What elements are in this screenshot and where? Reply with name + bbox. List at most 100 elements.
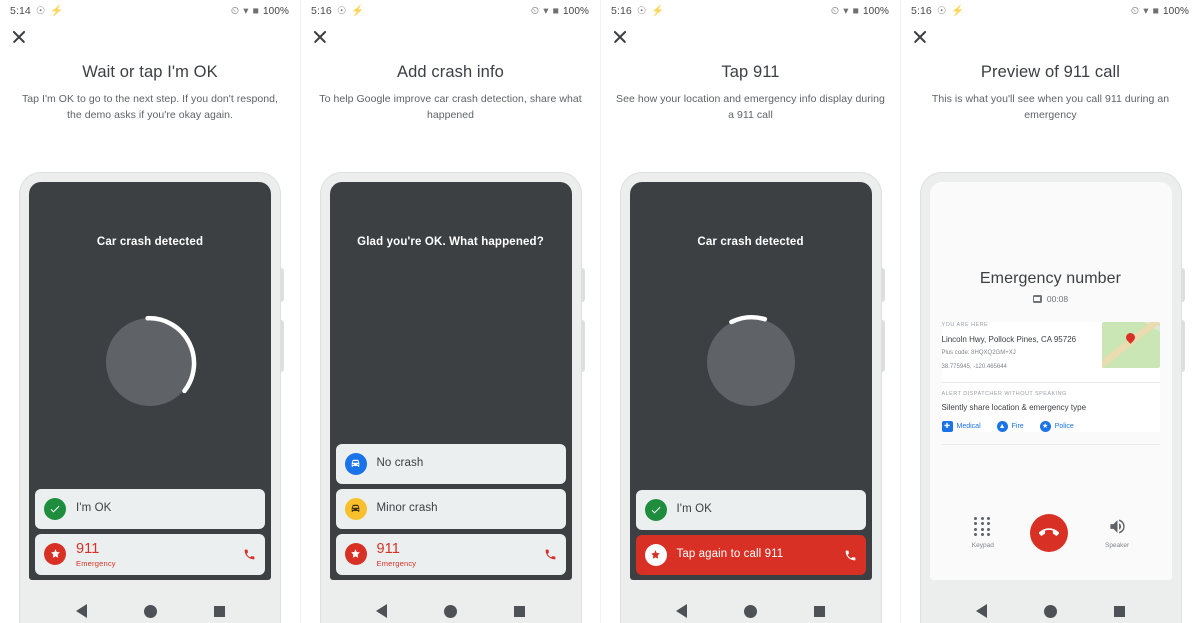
page-title: Preview of 911 call bbox=[980, 63, 1121, 81]
close-icon[interactable] bbox=[311, 28, 329, 46]
battery-percent: 100% bbox=[563, 5, 589, 17]
bolt-icon: ⚡ bbox=[50, 4, 64, 17]
location-coordinates: 38.775945, -120.465644 bbox=[941, 363, 1007, 370]
minor-crash-label: Minor crash bbox=[376, 501, 438, 514]
dnd-icon: ☉ bbox=[35, 4, 46, 17]
system-nav-bar bbox=[920, 590, 1182, 623]
close-icon[interactable] bbox=[911, 28, 929, 46]
im-ok-button[interactable]: I'm OK bbox=[35, 488, 265, 529]
page-subtitle: Tap I'm OK to go to the next step. If yo… bbox=[21, 92, 279, 121]
vibrate-icon: ⏲ bbox=[230, 4, 240, 17]
phone-screen: Glad you're OK. What happened? No crash bbox=[329, 182, 572, 580]
demo-screenshot-strip: 5:14 ☉ ⚡ ⏲ ▾ ■ 100% Wait or tap I'm OK T… bbox=[0, 0, 1200, 623]
crash-screen-title: Glad you're OK. What happened? bbox=[357, 236, 544, 248]
battery-icon: ■ bbox=[852, 4, 860, 17]
chip-fire[interactable]: ▲ Fire bbox=[996, 420, 1024, 432]
page-title: Add crash info bbox=[397, 63, 504, 81]
nav-back-icon[interactable] bbox=[376, 604, 387, 618]
countdown-arc-icon bbox=[145, 315, 197, 394]
end-call-button[interactable] bbox=[1030, 514, 1069, 552]
im-ok-button[interactable]: I'm OK bbox=[635, 490, 866, 530]
map-thumbnail[interactable] bbox=[1101, 322, 1160, 368]
battery-percent: 100% bbox=[1163, 5, 1189, 17]
phone-screen: Car crash detected I'm bbox=[629, 182, 872, 580]
end-call-icon bbox=[1039, 528, 1060, 536]
nav-back-icon[interactable] bbox=[676, 604, 687, 618]
police-shield-icon: ★ bbox=[1039, 420, 1051, 432]
nav-home-icon[interactable] bbox=[1044, 604, 1057, 618]
phone-icon bbox=[243, 548, 256, 561]
emergency-type-chips: ✚ Medical ▲ Fire ★ Police bbox=[941, 420, 1160, 432]
panel-header: Tap 911 See how your location and emerge… bbox=[601, 52, 900, 123]
location-address: Lincoln Hwy, Pollock Pines, CA 95726 bbox=[941, 334, 1077, 344]
minor-crash-button[interactable]: Minor crash bbox=[335, 488, 566, 529]
system-nav-bar bbox=[620, 590, 882, 623]
call-recording-icon bbox=[1032, 295, 1042, 303]
keypad-icon bbox=[974, 517, 991, 536]
phone-icon bbox=[544, 548, 557, 561]
phone-side-button bbox=[880, 320, 885, 372]
emergency-911-button[interactable]: 911 Emergency bbox=[35, 533, 265, 575]
nav-back-icon[interactable] bbox=[976, 604, 987, 618]
status-time: 5:16 bbox=[911, 5, 932, 17]
nav-recent-icon[interactable] bbox=[213, 605, 225, 617]
keypad-label: Keypad bbox=[971, 542, 994, 549]
speaker-button[interactable]: Speaker bbox=[1105, 517, 1129, 549]
nav-home-icon[interactable] bbox=[143, 604, 157, 618]
wifi-icon: ▾ bbox=[243, 4, 249, 17]
nav-recent-icon[interactable] bbox=[514, 605, 525, 617]
phone-side-button bbox=[580, 320, 585, 372]
nav-back-icon[interactable] bbox=[75, 604, 87, 618]
close-icon[interactable] bbox=[10, 28, 28, 46]
action-buttons: I'm OK 911 Emergency bbox=[35, 484, 265, 575]
status-bar: 5:16 ☉ ⚡ ⏲ ▾ ■ 100% bbox=[901, 0, 1200, 22]
page-subtitle: See how your location and emergency info… bbox=[616, 92, 885, 121]
action-buttons: I'm OK Tap again to call 911 bbox=[635, 485, 866, 575]
page-title: Tap 911 bbox=[721, 63, 780, 81]
panel-add-crash-info: 5:16 ☉ ⚡ ⏲ ▾ ■ 100% Add crash info To he… bbox=[300, 0, 600, 623]
location-eyebrow: YOU ARE HERE bbox=[941, 322, 989, 328]
page-subtitle: To help Google improve car crash detecti… bbox=[319, 92, 582, 121]
crash-screen-title: Car crash detected bbox=[96, 236, 204, 248]
emergency-911-sublabel: Emergency bbox=[376, 559, 417, 568]
phone-icon bbox=[844, 549, 857, 562]
bolt-icon: ⚡ bbox=[651, 4, 665, 17]
call-title: Emergency number bbox=[979, 270, 1122, 287]
nav-recent-icon[interactable] bbox=[814, 605, 825, 617]
no-crash-button[interactable]: No crash bbox=[335, 443, 566, 484]
battery-icon: ■ bbox=[252, 4, 260, 17]
share-text: Silently share location & emergency type bbox=[941, 402, 1087, 412]
countdown-arc-icon bbox=[728, 314, 767, 325]
status-bar: 5:16 ☉ ⚡ ⏲ ▾ ■ 100% bbox=[301, 0, 600, 22]
panel-tap-911: 5:16 ☉ ⚡ ⏲ ▾ ■ 100% Tap 911 See how your… bbox=[600, 0, 900, 623]
vibrate-icon: ⏲ bbox=[530, 4, 540, 17]
nav-home-icon[interactable] bbox=[744, 604, 757, 618]
im-ok-label: I'm OK bbox=[76, 501, 112, 514]
emergency-911-button[interactable]: 911 Emergency bbox=[335, 533, 566, 575]
phone-screen: Car crash detected I'm bbox=[29, 182, 271, 580]
call-controls: Keypad Speaker bbox=[930, 514, 1172, 552]
close-icon[interactable] bbox=[611, 28, 629, 46]
fire-icon: ▲ bbox=[996, 420, 1008, 432]
bolt-icon: ⚡ bbox=[351, 4, 365, 17]
phone-mockup: Glad you're OK. What happened? No crash bbox=[319, 172, 585, 623]
call-duration: 00:08 bbox=[1046, 294, 1069, 304]
close-row bbox=[601, 22, 900, 52]
tap-again-call-911-label: Tap again to call 911 bbox=[676, 548, 784, 561]
status-time: 5:16 bbox=[311, 5, 332, 17]
battery-percent: 100% bbox=[863, 5, 889, 17]
emergency-star-icon bbox=[44, 543, 66, 566]
card-divider bbox=[941, 381, 1160, 383]
chip-medical[interactable]: ✚ Medical bbox=[941, 420, 981, 432]
keypad-button[interactable]: Keypad bbox=[972, 517, 994, 549]
nav-recent-icon[interactable] bbox=[1114, 605, 1125, 617]
status-time: 5:14 bbox=[10, 5, 31, 17]
chip-police[interactable]: ★ Police bbox=[1039, 420, 1074, 432]
panel-header: Add crash info To help Google improve ca… bbox=[301, 52, 600, 123]
car-yellow-icon bbox=[344, 497, 367, 520]
speaker-icon bbox=[1109, 519, 1125, 534]
nav-home-icon[interactable] bbox=[444, 604, 457, 618]
close-row bbox=[901, 22, 1200, 52]
tap-again-call-911-button[interactable]: Tap again to call 911 bbox=[635, 535, 866, 575]
phone-mockup: Emergency number 00:08 YOU ARE HERE Linc… bbox=[919, 172, 1185, 623]
